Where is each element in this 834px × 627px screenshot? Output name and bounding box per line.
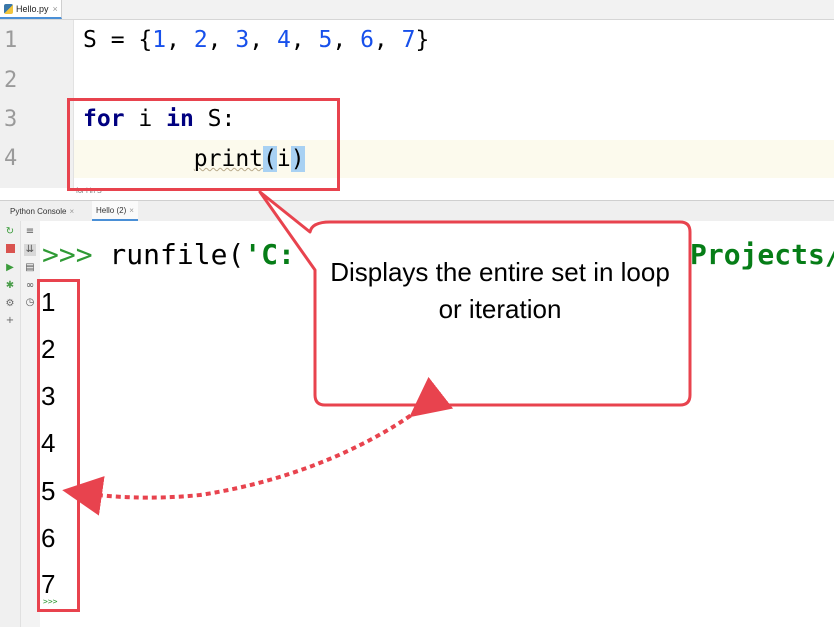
line-number: 1 [4,28,18,53]
settings-gear-icon[interactable]: ⚙ [4,298,16,310]
code-token: , [290,27,319,53]
close-icon[interactable]: × [53,4,58,14]
code-line-1: S = {1, 2, 3, 4, 5, 6, 7} [83,26,429,54]
tab-label: Hello (2) [96,205,127,215]
tab-label: Hello.py [16,3,49,14]
code-token: , [207,27,236,53]
add-icon[interactable]: + [4,315,16,327]
line-number: 4 [4,146,18,171]
history-icon[interactable]: ◷ [24,297,36,309]
code-token: , [166,27,194,53]
code-number: 7 [401,27,416,53]
scroll-to-end-icon[interactable]: ⇊ [24,244,36,256]
tab-label: Python Console [10,206,67,216]
editor-tab-bar: Hello.py × [0,0,834,20]
close-icon[interactable]: × [69,207,74,216]
soft-wrap-icon[interactable]: ≡ [24,226,36,238]
line-number: 2 [4,68,18,93]
rerun-icon[interactable]: ↻ [4,226,16,238]
console-string: 'C: [244,238,295,271]
output-highlight-box [37,279,80,612]
console-prompt: >>> [42,238,93,271]
console-command-line: >>> runfile('C: [42,238,295,271]
stop-icon[interactable] [4,244,16,257]
console-command: runfile( [92,238,245,271]
tab-hello-py[interactable]: Hello.py × [0,0,62,19]
code-token: } [415,27,430,53]
code-token: S [83,27,97,53]
line-number-gutter: 1 2 3 4 [0,20,74,188]
tab-hello-2[interactable]: Hello (2) × [92,201,138,221]
python-file-icon [4,3,13,14]
code-token: , [249,27,277,53]
print-icon[interactable]: ▤ [24,262,36,274]
code-number: 3 [235,27,250,53]
code-number: 4 [276,27,291,53]
code-number: 2 [193,27,208,53]
code-number: 1 [152,27,167,53]
code-highlight-box [67,98,340,191]
console-string-tail: Projects/ [690,238,834,271]
code-token: = { [96,27,153,53]
code-number: 5 [318,27,333,53]
code-token: , [373,27,402,53]
code-number: 6 [360,27,374,53]
tab-python-console[interactable]: Python Console × [10,201,74,221]
run-icon[interactable]: ▶ [4,262,16,274]
console-toolbar: ↻ ▶ ✱ ⚙ + [0,221,21,627]
close-icon[interactable]: × [129,206,134,215]
console-tab-bar: Python Console × Hello (2) × [0,200,834,222]
show-variables-icon[interactable]: ∞ [24,280,36,292]
debug-icon[interactable]: ✱ [4,280,16,292]
line-number: 3 [4,107,18,132]
callout-text: Displays the entire set in loop or itera… [330,257,670,324]
code-token: , [332,27,361,53]
